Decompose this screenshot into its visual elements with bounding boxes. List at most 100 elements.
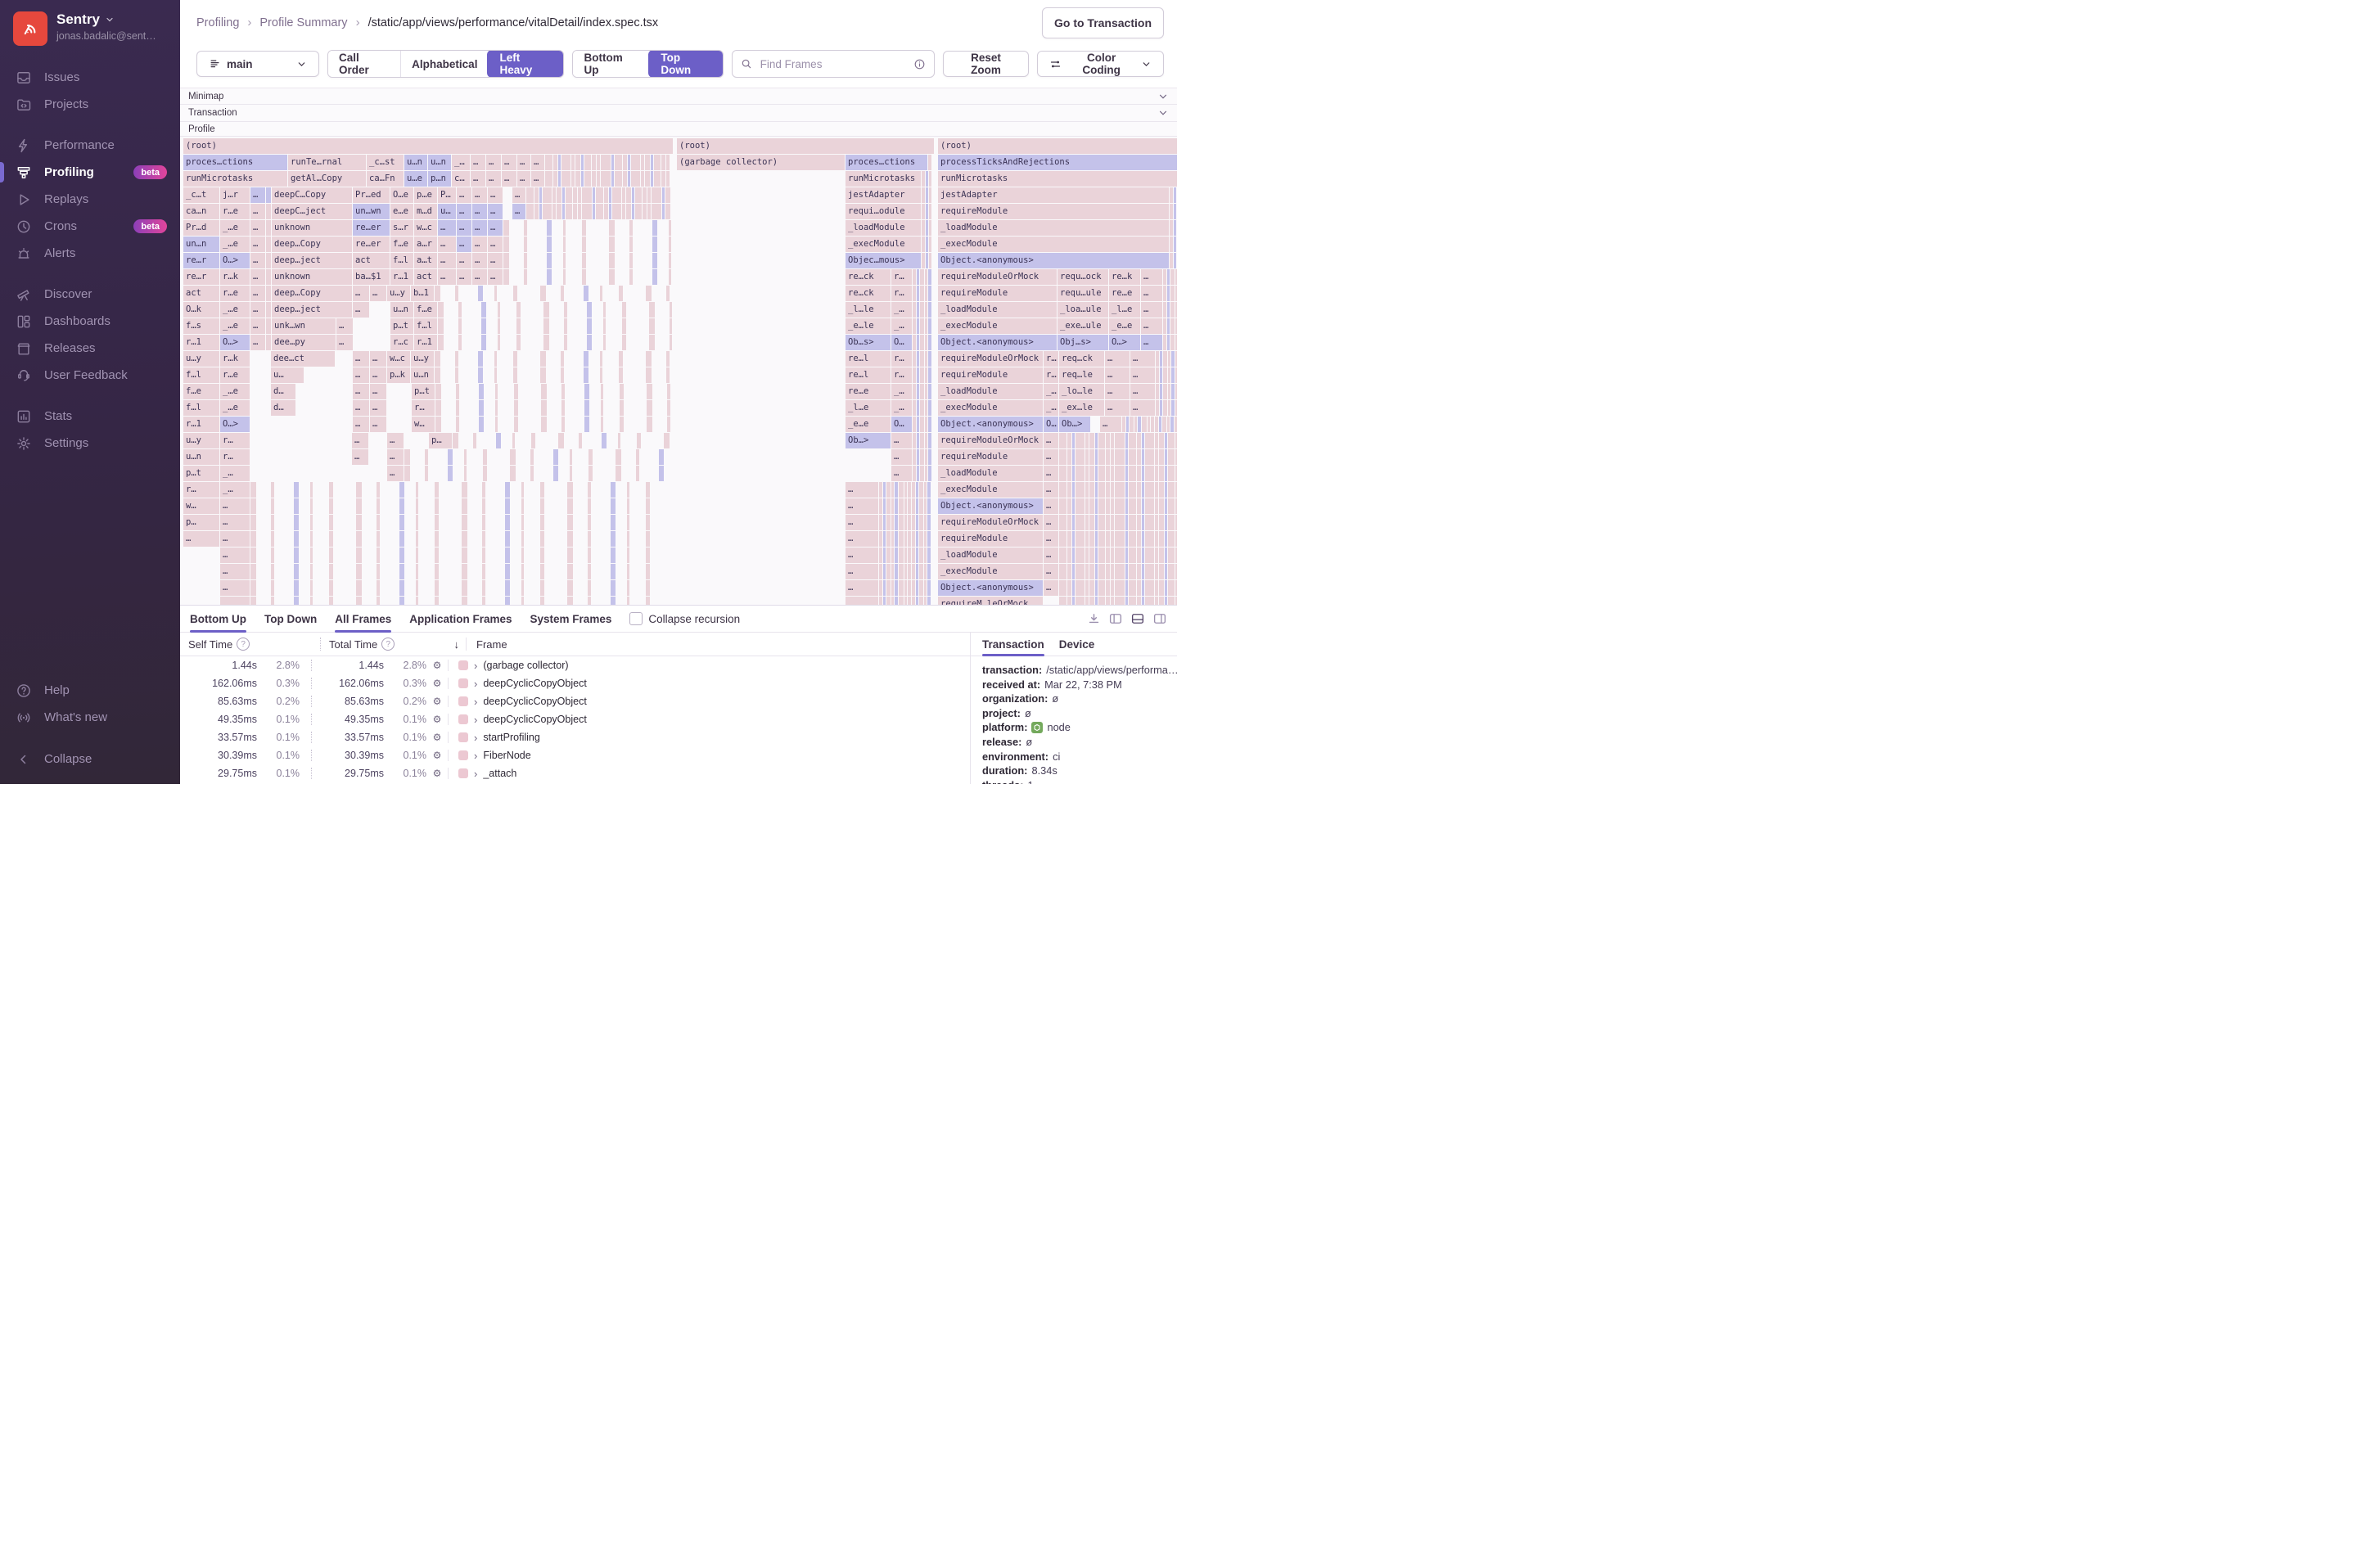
flame-frame[interactable]	[1142, 564, 1144, 579]
flame-frame[interactable]	[1168, 531, 1175, 547]
flame-frame[interactable]	[891, 498, 894, 514]
flame-frame[interactable]	[495, 400, 498, 416]
flame-frame[interactable]	[1175, 433, 1177, 448]
flame-frame[interactable]	[425, 466, 428, 481]
flame-frame[interactable]	[1059, 449, 1067, 465]
flame-frame[interactable]	[1067, 482, 1071, 498]
flame-frame[interactable]: …	[512, 187, 525, 203]
flame-frame[interactable]	[266, 318, 271, 334]
flame-frame[interactable]	[416, 580, 418, 596]
flame-frame[interactable]: …	[486, 155, 501, 170]
flame-frame[interactable]	[547, 220, 552, 236]
flame-frame[interactable]	[1142, 482, 1144, 498]
flame-frame[interactable]	[1095, 547, 1098, 563]
flame-frame[interactable]	[926, 204, 928, 219]
flame-frame[interactable]	[581, 171, 584, 187]
flame-frame[interactable]	[928, 302, 931, 318]
flame-frame[interactable]: _l…e	[1109, 302, 1140, 318]
flame-frame[interactable]	[1106, 547, 1110, 563]
flame-frame[interactable]	[479, 400, 484, 416]
flame-frame[interactable]	[1171, 384, 1175, 399]
flame-frame[interactable]: …	[472, 204, 487, 219]
flame-frame[interactable]: re…ck	[846, 286, 891, 301]
flame-frame[interactable]	[928, 269, 931, 285]
flame-frame[interactable]	[1168, 564, 1175, 579]
flame-frame[interactable]	[629, 253, 633, 268]
flame-frame[interactable]	[1098, 482, 1105, 498]
flame-frame[interactable]	[928, 449, 931, 465]
flame-frame[interactable]	[895, 580, 898, 596]
segment-top-down[interactable]: Top Down	[648, 51, 723, 77]
flame-frame[interactable]	[886, 597, 891, 605]
flame-frame[interactable]	[928, 433, 931, 448]
flame-frame[interactable]	[916, 547, 918, 563]
flame-frame[interactable]	[1125, 547, 1128, 563]
flame-frame[interactable]	[611, 597, 616, 605]
flame-frame[interactable]	[356, 547, 362, 563]
flame-frame[interactable]: req…ck	[1059, 351, 1104, 367]
flame-frame[interactable]	[562, 187, 565, 203]
flame-frame[interactable]	[1095, 580, 1098, 596]
flame-frame[interactable]	[917, 269, 919, 285]
flame-frame[interactable]	[899, 547, 904, 563]
flame-frame[interactable]	[329, 515, 333, 530]
flame-frame[interactable]	[561, 155, 570, 170]
flame-frame[interactable]	[1160, 367, 1162, 383]
flame-frame[interactable]: _execModule	[846, 237, 921, 252]
flame-frame[interactable]	[1076, 449, 1085, 465]
flame-frame[interactable]	[1130, 417, 1134, 432]
flame-frame[interactable]	[1165, 580, 1167, 596]
flame-frame[interactable]	[917, 318, 919, 334]
flame-frame[interactable]: p…n	[428, 171, 451, 187]
flame-frame[interactable]	[455, 367, 458, 383]
flame-frame[interactable]	[904, 580, 907, 596]
flame-frame[interactable]	[895, 482, 898, 498]
flame-frame[interactable]	[592, 171, 596, 187]
flame-frame[interactable]	[652, 204, 661, 219]
flame-frame[interactable]	[356, 580, 362, 596]
frame-column-header[interactable]: Frame	[467, 638, 970, 651]
flame-frame[interactable]	[1156, 384, 1159, 399]
flame-frame[interactable]	[908, 515, 911, 530]
flame-frame[interactable]	[543, 335, 549, 350]
flame-frame[interactable]	[1142, 449, 1144, 465]
flame-frame[interactable]: …	[517, 171, 530, 187]
flame-frame[interactable]	[1175, 547, 1177, 563]
flame-frame[interactable]	[661, 171, 665, 187]
flame-frame[interactable]	[1165, 498, 1167, 514]
flame-frame[interactable]	[416, 498, 418, 514]
flame-frame[interactable]	[928, 367, 931, 383]
flame-frame[interactable]	[1165, 433, 1167, 448]
flame-frame[interactable]	[584, 367, 588, 383]
flame-frame[interactable]	[1115, 531, 1125, 547]
flame-frame[interactable]	[670, 335, 672, 350]
flame-frame[interactable]	[627, 531, 629, 547]
flame-frame[interactable]	[604, 204, 608, 219]
flame-frame[interactable]: r…1	[183, 417, 219, 432]
flame-frame[interactable]	[1125, 449, 1128, 465]
sidebar-item-discover[interactable]: Discover	[0, 281, 180, 308]
flame-frame[interactable]: …	[1105, 351, 1130, 367]
flame-frame[interactable]	[1175, 318, 1177, 334]
flame-frame[interactable]	[920, 335, 924, 350]
flame-frame[interactable]	[1175, 449, 1177, 465]
flame-frame[interactable]	[567, 482, 573, 498]
flame-frame[interactable]: …	[512, 204, 525, 219]
flame-frame[interactable]	[647, 204, 651, 219]
flame-frame[interactable]	[1137, 580, 1141, 596]
flame-frame[interactable]	[899, 564, 904, 579]
flame-frame[interactable]	[1072, 449, 1075, 465]
flame-frame[interactable]	[404, 466, 410, 481]
flame-frame[interactable]	[904, 515, 907, 530]
flame-frame[interactable]: _loadModule	[938, 466, 1043, 481]
flame-frame[interactable]	[904, 482, 907, 498]
flame-frame[interactable]	[665, 187, 670, 203]
flame-frame[interactable]	[925, 286, 927, 301]
flame-frame[interactable]: …	[531, 155, 544, 170]
flame-frame[interactable]: …	[457, 187, 471, 203]
flame-frame[interactable]	[294, 564, 299, 579]
flame-frame[interactable]	[916, 531, 918, 547]
flame-frame[interactable]	[1167, 318, 1170, 334]
flame-frame[interactable]	[908, 580, 911, 596]
flame-frame[interactable]	[1125, 515, 1128, 530]
